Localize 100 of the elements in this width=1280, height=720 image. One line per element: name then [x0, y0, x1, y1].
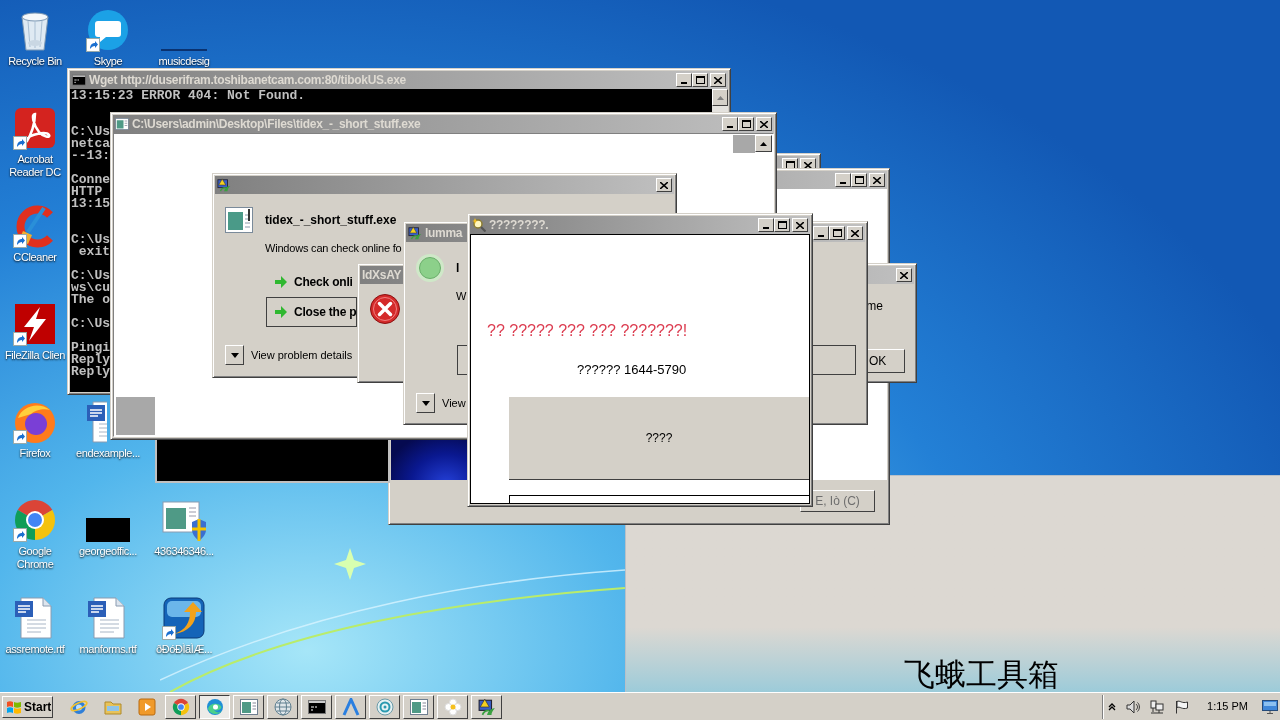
console-line: C:\Us	[71, 126, 110, 138]
window-icon	[409, 697, 428, 716]
start-button[interactable]: Start	[2, 695, 53, 718]
minimize-button[interactable]	[758, 218, 774, 232]
minimize-button[interactable]	[676, 73, 692, 87]
flag-logo-icon	[6, 698, 22, 715]
minimize-button[interactable]	[722, 117, 738, 131]
details-label[interactable]: View	[442, 396, 466, 410]
arrow-right-icon	[275, 276, 287, 288]
arrow-up-icon	[716, 95, 724, 100]
triangle-down-icon	[421, 400, 430, 406]
arrow-tile-icon[interactable]	[162, 596, 206, 640]
icon-label[interactable]: Recycle Bin	[8, 55, 62, 68]
maximize-button[interactable]	[851, 173, 867, 187]
close-icon	[900, 271, 908, 279]
close-button[interactable]	[869, 173, 885, 187]
window-title: IdXsAY	[362, 268, 402, 282]
console-line: The o	[71, 294, 110, 306]
console-line: exit	[77, 246, 110, 258]
maximize-icon	[785, 161, 795, 169]
speaker-icon[interactable]	[1126, 699, 1141, 714]
close-icon	[760, 120, 768, 128]
flower-icon	[443, 697, 462, 716]
minimize-icon	[818, 234, 824, 237]
minimize-button[interactable]	[835, 173, 851, 187]
monitor-icon[interactable]	[1262, 699, 1278, 714]
close-button[interactable]	[710, 73, 726, 87]
arrow-right-icon	[275, 306, 287, 318]
scroll-up-button[interactable]	[712, 89, 728, 106]
close-icon	[804, 161, 812, 169]
close-icon	[796, 221, 804, 229]
scroll-up-button[interactable]	[755, 135, 772, 152]
close-button[interactable]	[896, 268, 912, 282]
play-icon	[137, 697, 156, 716]
taskbar-button[interactable]	[199, 694, 230, 719]
close-icon	[660, 181, 668, 189]
icon-label[interactable]: Acrobat Reader DC	[1, 153, 69, 179]
console-line: C:\Us	[71, 318, 110, 330]
alert-text: ?? ????? ??? ??? ???????!	[487, 323, 688, 339]
thumbnail-icon[interactable]	[86, 518, 130, 542]
dialog-heading: l	[456, 260, 460, 277]
window-icon	[115, 118, 129, 130]
phone-text: ?????? 1644-5790	[577, 362, 687, 378]
blank-panel	[116, 397, 155, 435]
globe-icon	[273, 697, 292, 716]
clock-text[interactable]: 1:15 PM	[1207, 698, 1248, 715]
command-link[interactable]: Check onli	[266, 267, 357, 297]
close-icon	[873, 176, 881, 184]
network-icon[interactable]	[1150, 699, 1165, 714]
window-title: Wget http://duserifram.toshibanetcam.com:80/tibokUS.exe	[89, 73, 406, 87]
details-label[interactable]: View problem details	[251, 348, 353, 362]
maximize-button[interactable]	[829, 226, 845, 240]
maximize-icon	[741, 120, 751, 128]
swirl-logo-icon[interactable]	[13, 106, 57, 150]
chevron-up-icon[interactable]	[1108, 702, 1117, 711]
maximize-icon	[854, 176, 864, 184]
maximize-button[interactable]	[692, 73, 708, 87]
bolt-tile-icon[interactable]	[13, 302, 57, 346]
details-toggle-button[interactable]	[225, 345, 244, 365]
window-icon	[239, 697, 258, 716]
icon-label[interactable]: CCleaner	[13, 251, 57, 264]
app-caption: 飞蛾工具箱	[904, 657, 1059, 691]
dialog-message: Windows can check online fo	[265, 242, 402, 255]
disc-icon	[375, 697, 394, 716]
arrow-up-icon	[760, 141, 767, 146]
window-icon	[225, 207, 253, 233]
console-line: netca	[71, 138, 110, 150]
dialog-button[interactable]: ????	[509, 397, 809, 480]
icon-label[interactable]: Skype	[93, 55, 123, 68]
details-toggle-button[interactable]	[416, 393, 435, 413]
maximize-button[interactable]	[774, 218, 790, 232]
console-line: 13:15:23 ERROR 404: Not Found.	[71, 90, 306, 102]
icon-label[interactable]: Firefox	[19, 447, 51, 460]
console-icon	[307, 697, 326, 716]
window-title: C:\Users\admin\Desktop\Files\tidex_-_short_stuff.exe	[132, 117, 421, 131]
window-shield-icon[interactable]	[162, 498, 206, 542]
console-line: 13:15	[71, 198, 110, 210]
minimize-button[interactable]	[813, 226, 829, 240]
console-line: C:\Us	[71, 234, 110, 246]
close-icon	[851, 229, 859, 237]
command-link[interactable]: Close the p	[266, 297, 357, 327]
console-line: C:\Us	[71, 270, 110, 282]
icon-label[interactable]: FileZilla Clien	[5, 349, 65, 362]
console-line: Reply	[71, 366, 110, 378]
flag-icon[interactable]	[1175, 699, 1189, 714]
minimize-icon	[727, 125, 733, 128]
dialog-button[interactable]: OK	[866, 349, 905, 373]
maximize-icon	[832, 229, 842, 237]
icon-label[interactable]: musicdesig	[158, 55, 210, 68]
close-button[interactable]	[847, 226, 863, 240]
console-line: Conne	[71, 174, 110, 186]
close-button[interactable]	[792, 218, 808, 232]
magnifier-icon	[472, 218, 486, 232]
window-title: lumma	[425, 226, 463, 240]
maximize-icon	[695, 76, 705, 84]
close-button[interactable]	[656, 178, 672, 192]
close-button[interactable]	[756, 117, 772, 131]
maximize-button[interactable]	[738, 117, 754, 131]
blank-panel	[733, 135, 755, 153]
app-icon	[217, 178, 231, 192]
